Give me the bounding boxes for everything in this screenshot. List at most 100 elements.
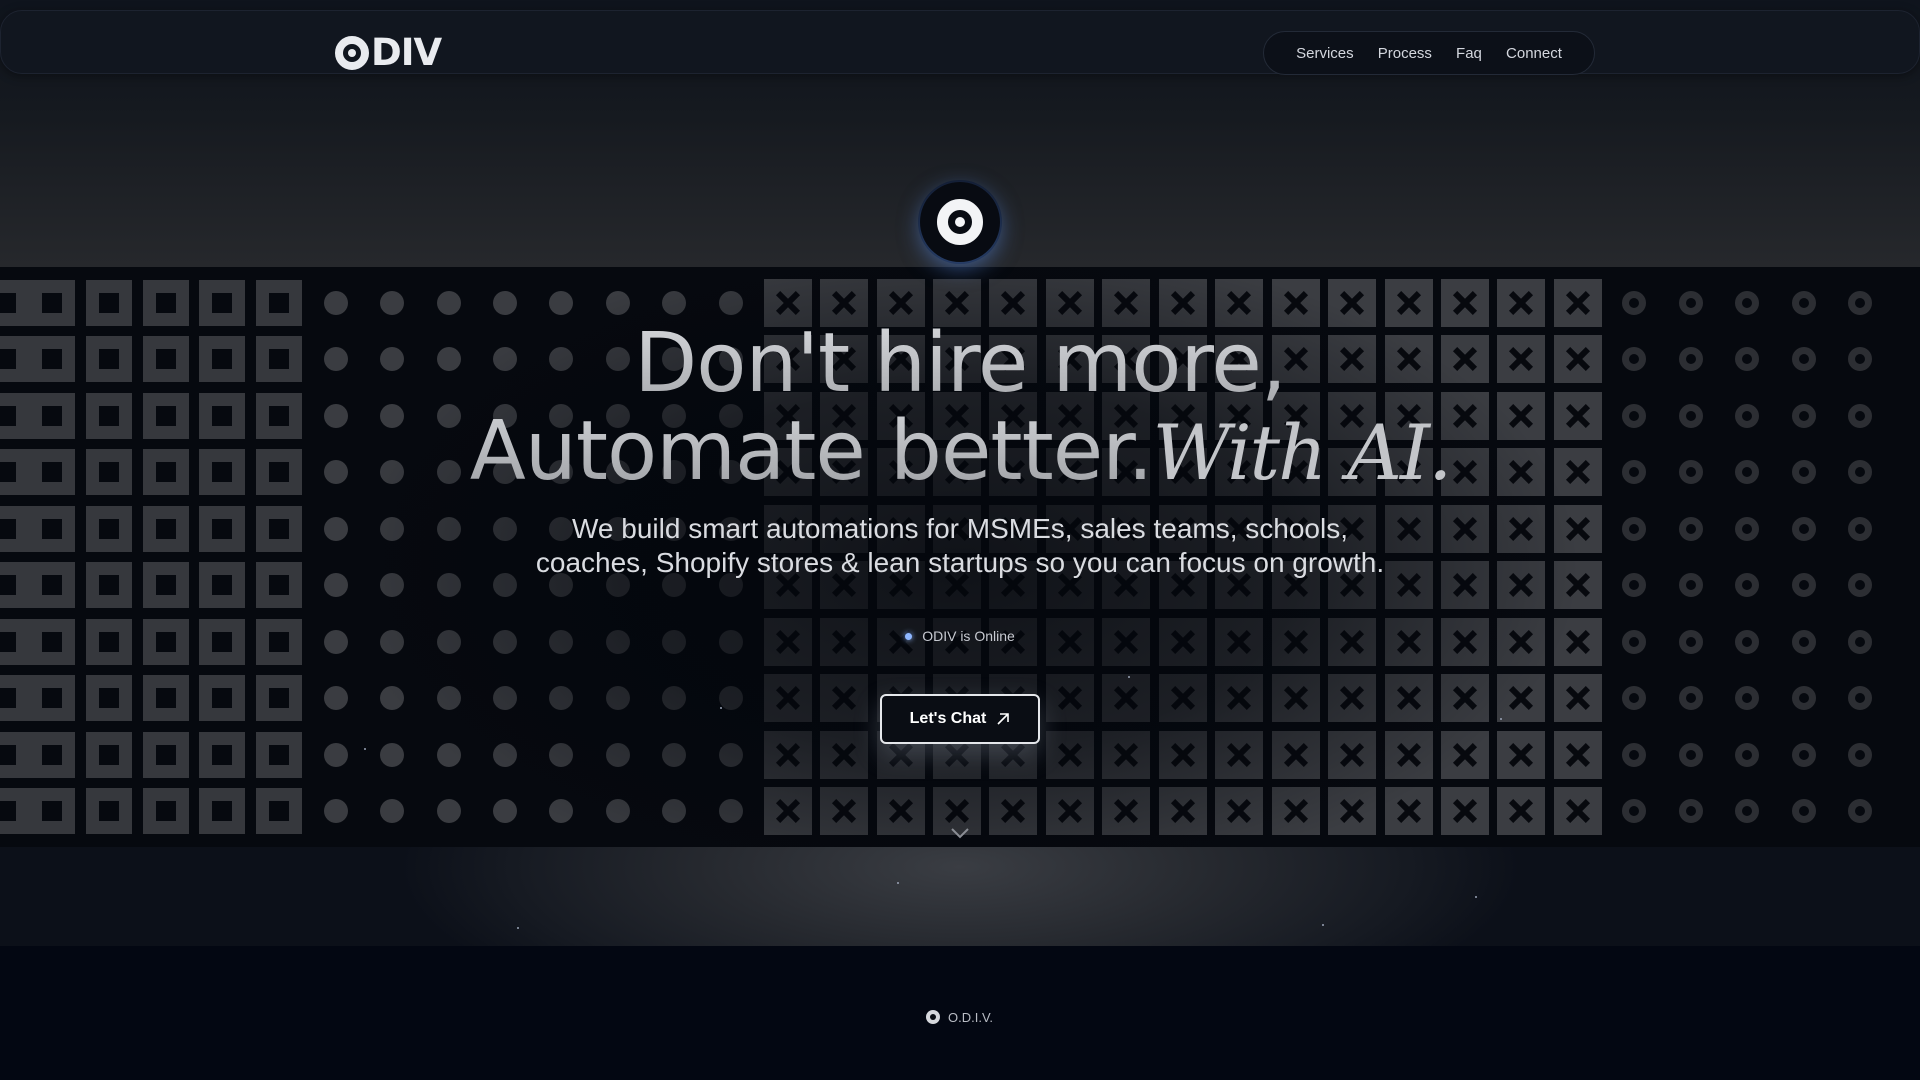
nav-link-faq[interactable]: Faq [1456,45,1482,62]
pattern-cross [1272,674,1320,722]
pattern-cross [1159,674,1207,722]
hero-subtitle-line1: We build smart automations for MSMEs, sa… [572,513,1348,544]
pattern-ring [1622,799,1646,823]
pattern-cross [1272,731,1320,779]
pattern-ring [1735,291,1759,315]
pattern-cross [820,787,868,835]
pattern-square [0,788,29,834]
hero-logo-orb [920,182,1000,262]
pattern-square [256,732,302,778]
pattern-cross [764,731,812,779]
pattern-cross [1385,674,1433,722]
pattern-square [256,675,302,721]
pattern-cross [1497,561,1545,609]
navbar: DIV Services Process Faq Connect [0,10,1920,75]
pattern-square [0,506,29,552]
pattern-dot [493,686,517,710]
pattern-square [256,788,302,834]
odiv-ring-logo-icon [926,1010,940,1024]
landing-page: DIV Services Process Faq Connect Don't h… [0,0,1920,1080]
hero-title-accent: With AI. [1152,408,1452,497]
pattern-square [86,732,132,778]
odiv-ring-logo-icon [335,36,369,70]
pattern-cross [1328,674,1376,722]
pattern-square [0,562,29,608]
pattern-ring [1848,573,1872,597]
pattern-square [86,675,132,721]
pattern-dot [549,743,573,767]
pattern-square [86,788,132,834]
pattern-dot [493,743,517,767]
nav-link-connect[interactable]: Connect [1506,45,1562,62]
pattern-square [199,562,245,608]
pattern-dot [324,686,348,710]
chevron-down-icon[interactable] [950,826,970,840]
pattern-square [199,788,245,834]
pattern-dot [380,573,404,597]
pattern-cross [1046,787,1094,835]
pattern-cross [1554,505,1602,553]
pattern-ring [1848,799,1872,823]
star-dot [517,927,519,929]
nav-menu: Services Process Faq Connect [1263,31,1595,75]
pattern-cross [1328,731,1376,779]
pattern-dot [324,517,348,541]
pattern-cross [1554,561,1602,609]
pattern-dot [606,743,630,767]
pattern-cross [877,787,925,835]
pattern-square [199,506,245,552]
pattern-dot [662,291,686,315]
pattern-ring [1792,517,1816,541]
pattern-dot [380,517,404,541]
pattern-cross [820,731,868,779]
star-dot [1475,896,1477,898]
pattern-cross [989,787,1037,835]
pattern-dot [437,799,461,823]
logo-link[interactable]: DIV [335,33,442,73]
pattern-dot [606,291,630,315]
pattern-cross [1441,731,1489,779]
pattern-ring [1848,517,1872,541]
lets-chat-button[interactable]: Let's Chat [880,694,1040,744]
ring-logo-icon [937,199,983,245]
nav-link-process[interactable]: Process [1378,45,1432,62]
pattern-ring [1622,291,1646,315]
pattern-square [29,675,75,721]
pattern-square [86,506,132,552]
pattern-dot [493,291,517,315]
pattern-cross [1272,787,1320,835]
pattern-dot [437,686,461,710]
hero-title-line2: Automate better. [469,404,1154,499]
pattern-cross [1328,787,1376,835]
hero-title-line1: Don't hire more, [0,320,1920,408]
pattern-square [29,562,75,608]
pattern-ring [1735,686,1759,710]
pattern-cross [1441,787,1489,835]
pattern-dot [324,799,348,823]
pattern-cross [1497,505,1545,553]
pattern-ring [1848,291,1872,315]
pattern-square [199,675,245,721]
pattern-square [29,788,75,834]
pattern-cross [1046,674,1094,722]
pattern-cross [1215,674,1263,722]
nav-link-services[interactable]: Services [1296,45,1354,62]
pattern-dot [662,686,686,710]
pattern-cross [1215,787,1263,835]
footer-brand: O.D.I.V. [926,1006,993,1028]
pattern-cross [1385,787,1433,835]
star-dot [364,748,366,750]
arrow-up-right-icon [997,713,1010,725]
hero-title: Don't hire more, Automate better.With AI… [0,320,1920,497]
pattern-square [256,506,302,552]
pattern-ring [1848,686,1872,710]
footer-brand-text: O.D.I.V. [948,1009,994,1025]
pattern-dot [380,686,404,710]
pattern-ring [1679,291,1703,315]
pattern-ring [1735,517,1759,541]
pattern-cross [1497,787,1545,835]
pattern-ring [1792,743,1816,767]
pattern-square [0,732,29,778]
pattern-cross [1497,731,1545,779]
pattern-cross [1215,731,1263,779]
